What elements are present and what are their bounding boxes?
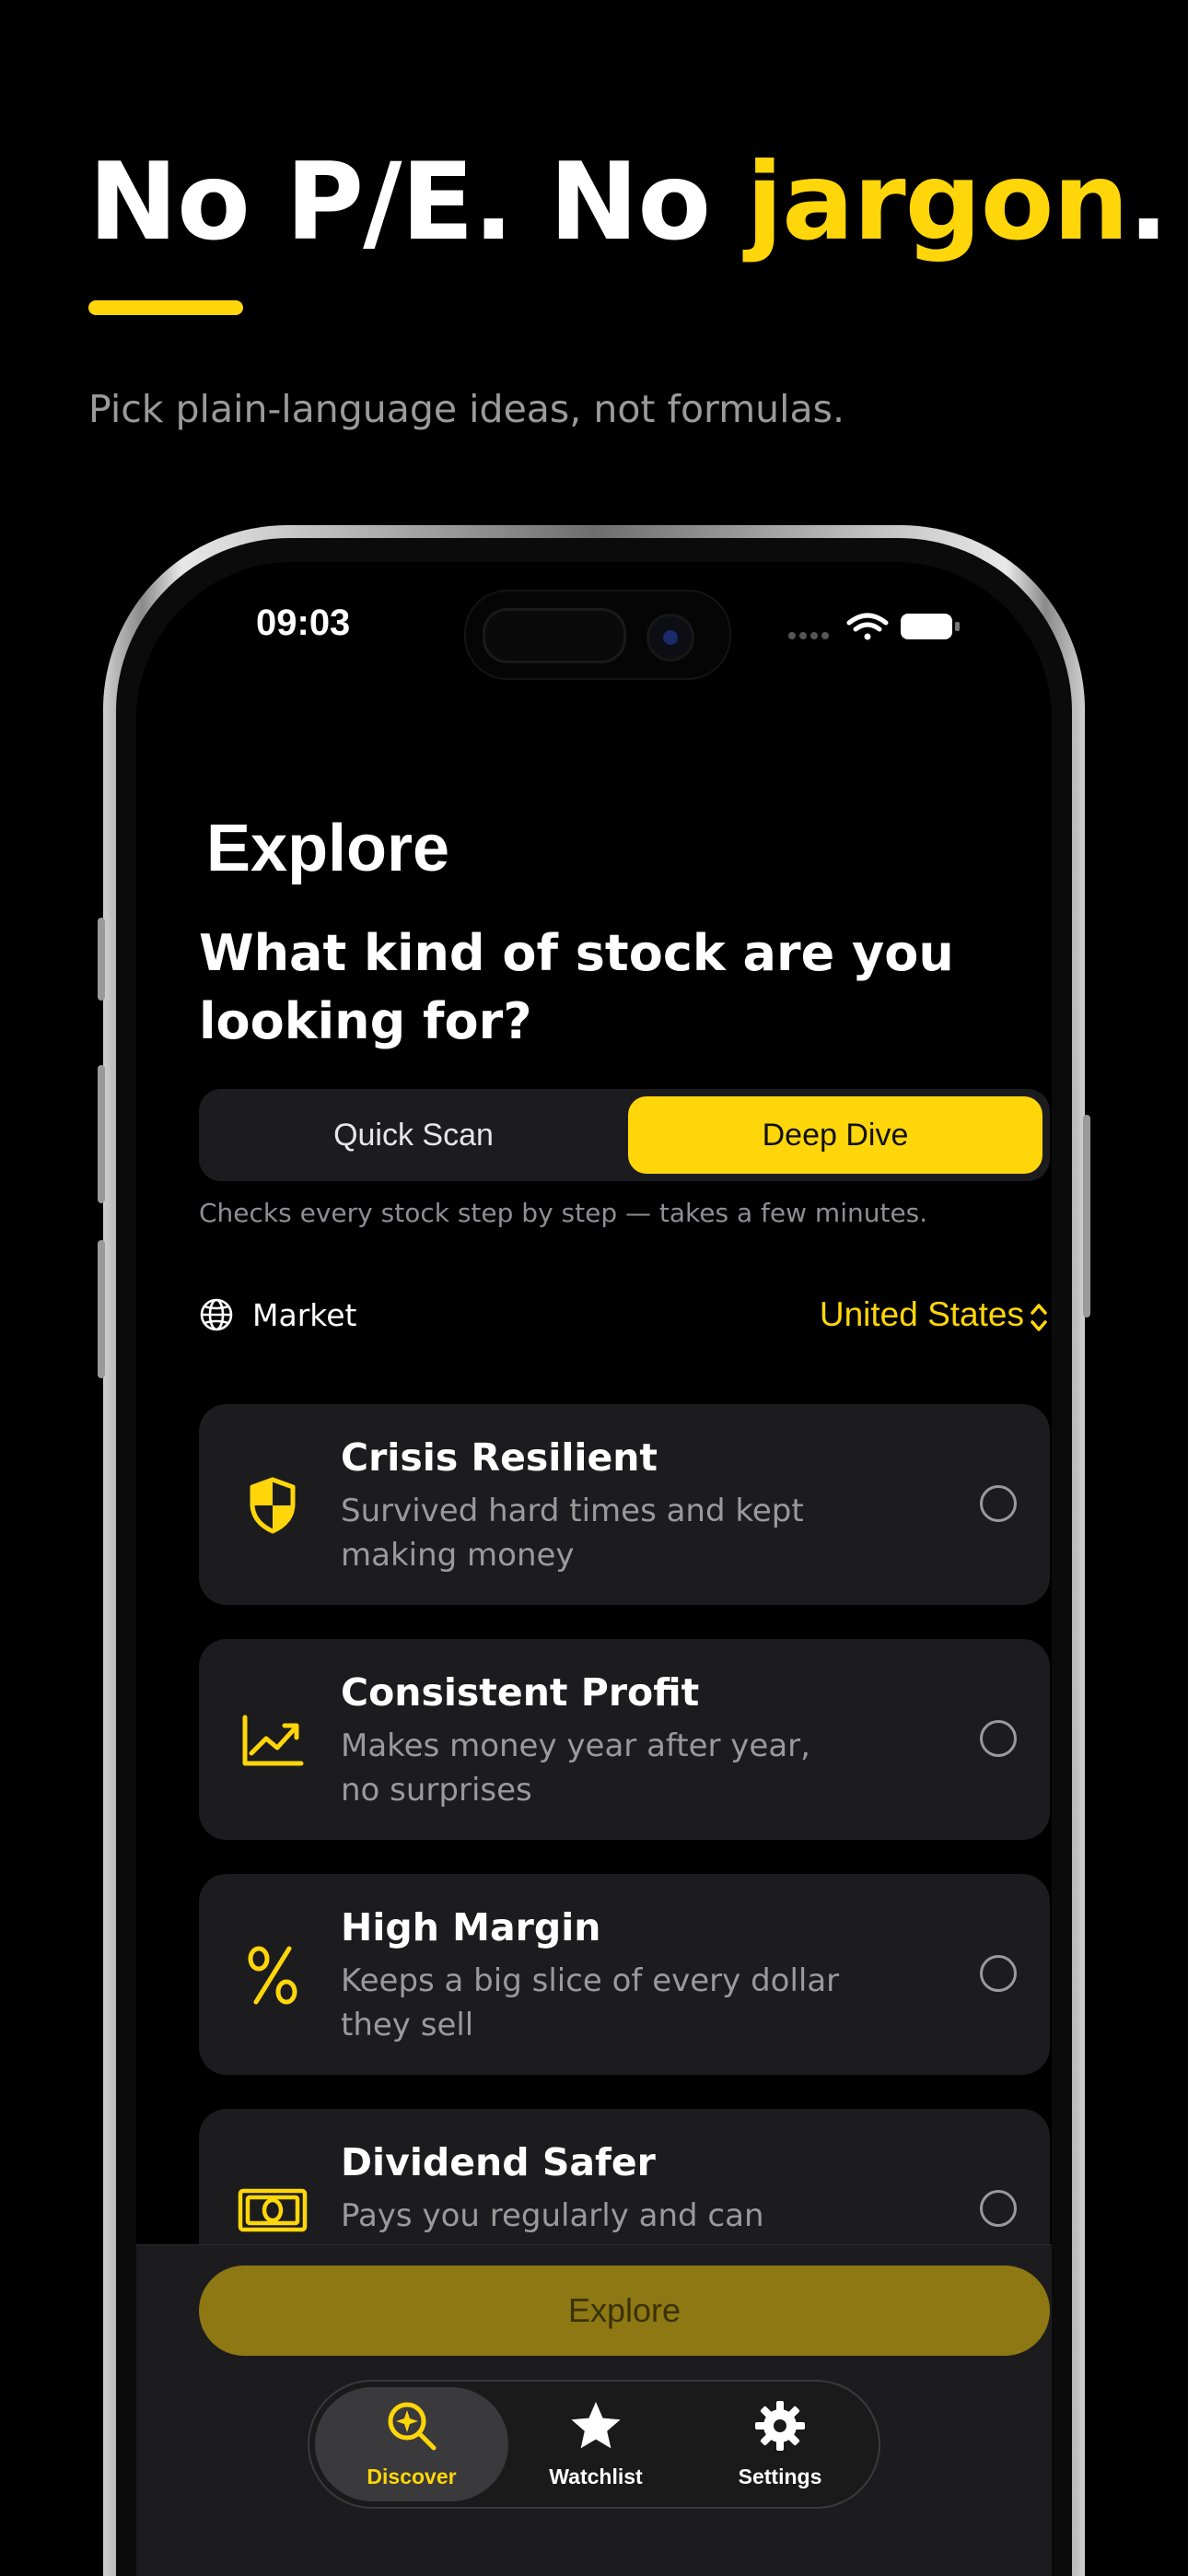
market-picker[interactable]: United States [820, 1295, 1024, 1334]
side-button-volume-down [98, 1240, 105, 1378]
question-heading: What kind of stock are you looking for? [199, 924, 954, 1050]
radio-button[interactable] [980, 1955, 1017, 1992]
side-button-volume-up [98, 1065, 105, 1203]
mode-segmented-control: Quick Scan Deep Dive [199, 1089, 1050, 1181]
front-camera [646, 614, 694, 662]
card-title: High Margin [341, 1905, 601, 1950]
cellular-signal-icon [788, 632, 829, 639]
wifi-icon [846, 613, 889, 640]
tab-settings[interactable]: Settings [683, 2387, 877, 2501]
radio-button[interactable] [980, 1720, 1017, 1757]
trending-chart-icon [242, 1715, 304, 1766]
banknote-icon [238, 2188, 308, 2232]
side-button-power [1083, 1115, 1090, 1317]
headline-part1: No P/E. No [88, 140, 747, 264]
card-description: Makes money year after year, no surprise… [341, 1727, 810, 1809]
app-screen: 09:03 Explore What kind of stock are you… [136, 562, 1052, 2576]
criteria-card-high-margin[interactable]: High Margin Keeps a big slice of every d… [199, 1874, 1050, 2075]
explore-button[interactable]: Explore [199, 2266, 1050, 2356]
tab-discover[interactable]: Discover [315, 2387, 508, 2501]
card-description: Keeps a big slice of every dollar they s… [341, 1962, 840, 2043]
discover-search-icon [388, 2402, 437, 2451]
dynamic-island [464, 590, 731, 680]
marketing-headline: No P/E. No jargon. [88, 138, 1169, 267]
status-icons [788, 613, 960, 640]
segment-quick-scan[interactable]: Quick Scan [206, 1096, 621, 1174]
gear-icon [755, 2401, 805, 2451]
status-time: 09:03 [256, 603, 351, 643]
island-sensor [483, 608, 626, 663]
globe-icon [200, 1298, 233, 1331]
phone-frame: 09:03 Explore What kind of stock are you… [98, 525, 1090, 2576]
card-title: Crisis Resilient [341, 1435, 658, 1480]
page-title: Explore [206, 812, 450, 885]
card-description: Survived hard times and kept making mone… [341, 1493, 804, 1574]
tab-label: Discover [367, 2465, 457, 2488]
shield-icon [250, 1477, 296, 1534]
tab-label: Settings [738, 2465, 822, 2488]
side-button-action [98, 918, 105, 1001]
bottom-action-panel: Explore Discover Watchlist Settings [136, 2244, 1052, 2576]
headline-underline [88, 300, 243, 315]
headline-accent: jargon [746, 140, 1129, 264]
card-title: Consistent Profit [341, 1670, 700, 1715]
radio-button[interactable] [980, 2190, 1017, 2227]
radio-button[interactable] [980, 1485, 1017, 1522]
headline-end: . [1127, 140, 1169, 264]
criteria-card-consistent-profit[interactable]: Consistent Profit Makes money year after… [199, 1639, 1050, 1840]
tab-label: Watchlist [549, 2465, 643, 2488]
marketing-subhead: Pick plain-language ideas, not formulas. [88, 387, 845, 431]
star-icon [571, 2402, 621, 2449]
mode-hint: Checks every stock step by step — takes … [199, 1198, 928, 1228]
market-row: Market United States [199, 1290, 1050, 1345]
battery-icon [901, 614, 960, 639]
market-label: Market [252, 1297, 357, 1333]
tab-watchlist[interactable]: Watchlist [499, 2387, 693, 2501]
segment-deep-dive[interactable]: Deep Dive [628, 1096, 1042, 1174]
tab-bar: Discover Watchlist Settings [308, 2380, 880, 2509]
card-title: Dividend Safer [341, 2140, 656, 2184]
chevron-up-down-icon[interactable] [1028, 1299, 1050, 1336]
criteria-card-crisis-resilient[interactable]: Crisis Resilient Survived hard times and… [199, 1404, 1050, 1605]
percent-icon [248, 1946, 297, 2005]
